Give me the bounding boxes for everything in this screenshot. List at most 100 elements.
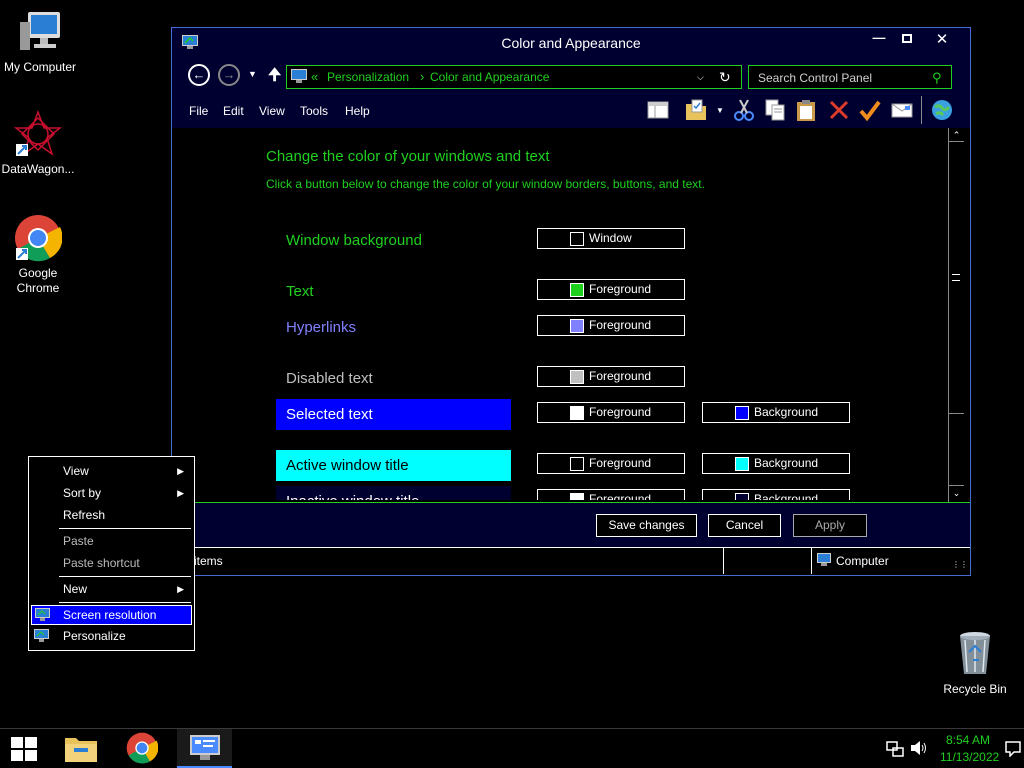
background-color-button[interactable]: Background xyxy=(702,489,850,500)
search-icon[interactable]: ⚲ xyxy=(932,70,942,86)
notification-icon[interactable] xyxy=(1005,741,1021,760)
color-settings-panel: Change the color of your windows and tex… xyxy=(172,128,948,500)
maximize-button[interactable] xyxy=(892,30,922,50)
cancel-button[interactable]: Cancel xyxy=(708,514,781,537)
color-button-label: Background xyxy=(754,492,819,500)
menu-refresh[interactable]: Refresh xyxy=(63,508,105,522)
menu-paste-shortcut: Paste shortcut xyxy=(63,556,140,570)
desktop-icon-datawagon[interactable]: DataWagon... xyxy=(0,109,78,177)
recent-pages-dropdown-icon[interactable]: ▼ xyxy=(248,69,257,79)
save-changes-button[interactable]: Save changes xyxy=(596,514,697,537)
foreground-color-button[interactable]: Foreground xyxy=(537,453,685,474)
paste-icon[interactable] xyxy=(794,98,818,122)
menu-help[interactable]: Help xyxy=(345,104,370,118)
chrome-icon xyxy=(14,214,63,262)
back-button[interactable]: ← xyxy=(188,64,210,86)
color-swatch xyxy=(735,493,749,500)
forward-button[interactable]: → xyxy=(218,64,240,86)
breadcrumb-color-appearance[interactable]: Color and Appearance xyxy=(430,70,549,84)
breadcrumb-personalization[interactable]: Personalization xyxy=(327,70,409,84)
foreground-color-button[interactable]: Foreground xyxy=(537,489,685,500)
menu-view[interactable]: View xyxy=(63,464,188,478)
desktop-icon-google-chrome[interactable]: Google Chrome xyxy=(0,214,78,296)
menu-sort-by-label: Sort by xyxy=(63,486,102,500)
color-swatch xyxy=(570,283,584,297)
color-appearance-window: Color and Appearance — ✕ ← → ▼ 🠉 « Perso… xyxy=(171,27,971,576)
address-dropdown-icon[interactable]: ⌵ xyxy=(697,72,704,83)
desktop-context-menu: View ▶ Sort by ▶ Refresh Paste Paste sho… xyxy=(28,456,195,651)
copy-icon[interactable] xyxy=(763,98,787,122)
properties-check-icon[interactable] xyxy=(858,98,882,122)
chrome-icon xyxy=(126,732,159,767)
address-bar[interactable]: « Personalization › Color and Appearance… xyxy=(286,65,742,89)
apply-button[interactable]: Apply xyxy=(793,514,867,537)
breadcrumb-arrow: › xyxy=(420,69,425,84)
taskbar-control-panel[interactable] xyxy=(177,729,232,768)
row-label-inactive-window-title: Inactive window title xyxy=(276,486,511,500)
mail-icon[interactable] xyxy=(890,98,914,122)
desktop-icon-my-computer[interactable]: My Computer xyxy=(0,8,80,75)
minimize-button[interactable]: — xyxy=(864,30,894,50)
folder-options-dropdown-icon[interactable]: ▼ xyxy=(716,106,724,115)
menu-personalize[interactable]: Personalize xyxy=(31,627,192,647)
background-color-button[interactable]: Background xyxy=(702,453,850,474)
desktop-icon-recycle-bin[interactable]: Recycle Bin xyxy=(935,630,1015,697)
menu-edit[interactable]: Edit xyxy=(223,104,244,118)
color-swatch xyxy=(570,406,584,420)
up-arrow-icon[interactable]: 🠉 xyxy=(268,64,281,91)
menu-file[interactable]: File xyxy=(189,104,208,118)
color-swatch xyxy=(570,232,584,246)
color-swatch xyxy=(570,370,584,384)
color-button-label: Foreground xyxy=(589,405,652,419)
foreground-color-button[interactable]: Foreground xyxy=(537,279,685,300)
resize-grip-icon[interactable]: ⋮⋮ xyxy=(952,560,968,569)
chevron-right-icon: ▶ xyxy=(177,466,184,476)
window-title: Color and Appearance xyxy=(501,35,641,51)
scroll-down-icon[interactable]: ⌄ xyxy=(949,485,964,500)
computer-icon xyxy=(16,8,64,56)
foreground-color-button[interactable]: Foreground xyxy=(537,315,685,336)
color-button-label: Window xyxy=(589,231,632,245)
taskbar-chrome[interactable] xyxy=(116,729,168,768)
scroll-grip-icon xyxy=(952,274,960,281)
taskbar-file-explorer[interactable] xyxy=(55,729,107,768)
color-button-label: Background xyxy=(754,405,819,419)
clock-date[interactable]: 11/13/2022 xyxy=(940,750,999,764)
personalize-icon xyxy=(34,629,50,646)
desktop-icon-label: Google Chrome xyxy=(16,266,60,295)
cut-icon[interactable] xyxy=(732,98,756,122)
menu-bar: File Edit View Tools Help ▼ xyxy=(172,92,970,128)
search-input[interactable]: Search Control Panel xyxy=(758,71,872,85)
foreground-color-button[interactable]: Window xyxy=(537,228,685,249)
foreground-color-button[interactable]: Foreground xyxy=(537,366,685,387)
taskbar: 8:54 AM 11/13/2022 xyxy=(0,728,1024,768)
network-icon[interactable] xyxy=(886,741,904,760)
vertical-scrollbar[interactable]: ⌃ ⌄ xyxy=(948,128,964,502)
layout-icon[interactable] xyxy=(646,98,670,122)
color-button-label: Foreground xyxy=(589,369,652,383)
desktop-icon-label: DataWagon... xyxy=(1,162,75,176)
row-label-hyperlinks: Hyperlinks xyxy=(286,319,357,336)
foreground-color-button[interactable]: Foreground xyxy=(537,402,685,423)
clock-time[interactable]: 8:54 AM xyxy=(946,733,990,747)
menu-screen-resolution-label: Screen resolution xyxy=(63,608,157,622)
volume-icon[interactable] xyxy=(910,740,928,759)
menu-tools[interactable]: Tools xyxy=(300,104,328,118)
delete-icon[interactable] xyxy=(827,98,851,122)
background-color-button[interactable]: Background xyxy=(702,402,850,423)
scroll-up-icon[interactable]: ⌃ xyxy=(949,128,964,142)
close-button[interactable]: ✕ xyxy=(927,30,957,50)
menu-screen-resolution[interactable]: Screen resolution xyxy=(31,605,192,625)
menu-sort-by[interactable]: Sort by xyxy=(63,486,101,500)
start-button[interactable] xyxy=(0,729,48,768)
folder-options-icon[interactable] xyxy=(684,98,708,122)
screen-resolution-icon xyxy=(35,608,51,625)
refresh-icon[interactable]: ↻ xyxy=(719,69,731,86)
menu-new[interactable]: New xyxy=(63,582,87,596)
menu-view[interactable]: View xyxy=(259,104,285,118)
globe-icon[interactable] xyxy=(930,98,954,122)
search-box[interactable]: Search Control Panel ⚲ xyxy=(748,65,952,89)
control-panel-icon xyxy=(189,733,221,766)
row-label-disabled-text: Disabled text xyxy=(286,370,373,387)
title-bar[interactable]: Color and Appearance — ✕ xyxy=(172,28,970,58)
